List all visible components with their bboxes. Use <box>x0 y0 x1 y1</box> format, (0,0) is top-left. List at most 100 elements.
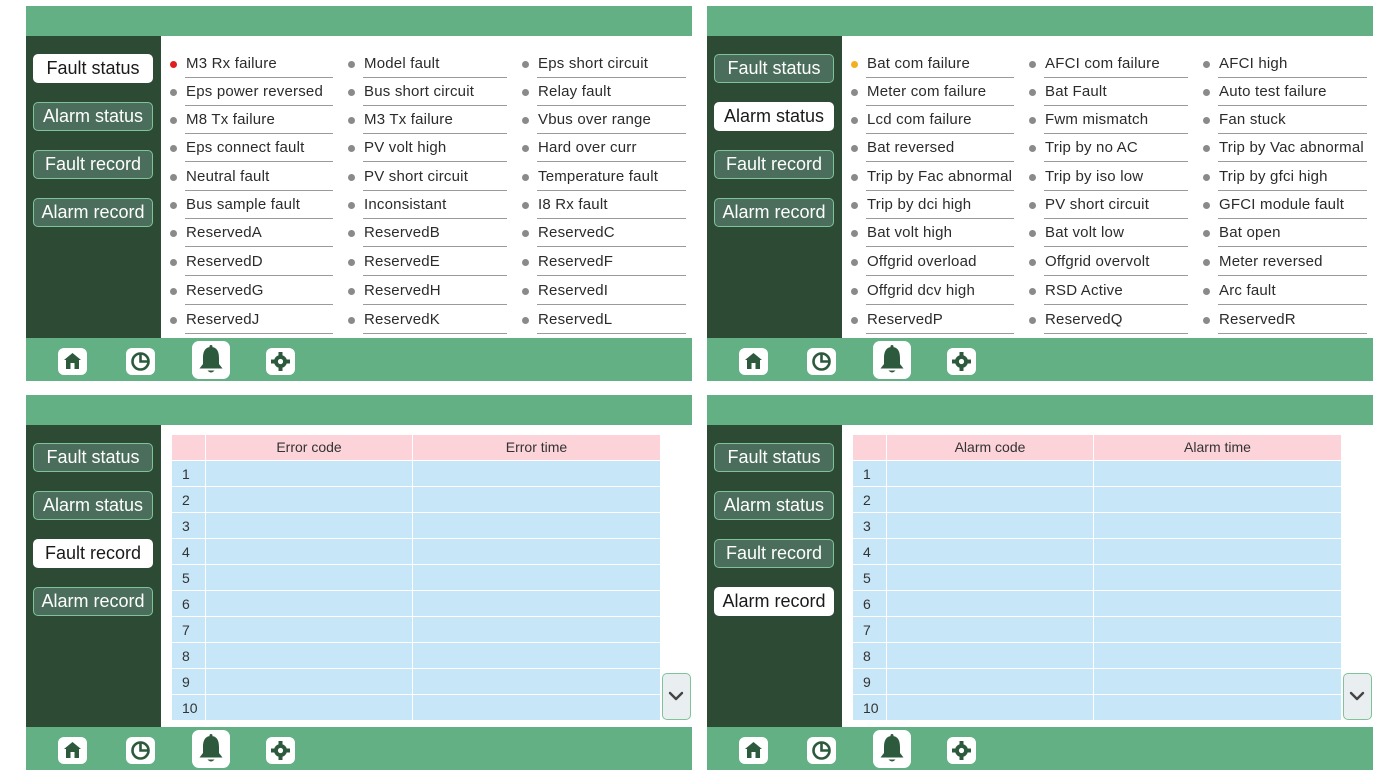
item-underline <box>1044 105 1188 106</box>
scroll-down-button[interactable] <box>1343 673 1372 720</box>
table-row[interactable]: 5 <box>853 564 1341 590</box>
alarm-record-tab[interactable]: Alarm record <box>33 587 153 616</box>
bell-icon[interactable] <box>872 729 912 769</box>
alarm-status-screen: Fault status Alarm status Fault record A… <box>707 6 1373 381</box>
table-row[interactable]: 3 <box>853 512 1341 538</box>
gear-icon[interactable] <box>265 347 296 376</box>
item-underline <box>185 77 333 78</box>
status-item-label: Arc fault <box>1219 282 1276 299</box>
gear-icon[interactable] <box>946 736 977 765</box>
table-row[interactable]: 9 <box>853 668 1341 694</box>
scroll-down-button[interactable] <box>662 673 691 720</box>
status-item-label: Lcd com failure <box>867 111 972 128</box>
table-row[interactable]: 10 <box>172 694 660 720</box>
time-cell <box>1094 591 1341 616</box>
table-row[interactable]: 4 <box>853 538 1341 564</box>
status-item-label: Offgrid dcv high <box>867 282 975 299</box>
bell-icon[interactable] <box>191 729 231 769</box>
status-item-label: ReservedD <box>186 253 263 270</box>
code-cell <box>887 565 1094 590</box>
fault-status-tab[interactable]: Fault status <box>714 443 834 472</box>
status-item-label: Eps short circuit <box>538 55 649 72</box>
pie-chart-icon[interactable] <box>125 347 156 376</box>
item-underline <box>866 275 1014 276</box>
item-underline <box>1044 161 1188 162</box>
pie-chart-icon[interactable] <box>806 347 837 376</box>
table-row[interactable]: 6 <box>172 590 660 616</box>
status-item-label: ReservedP <box>867 311 944 328</box>
table-row[interactable]: 7 <box>172 616 660 642</box>
table-row[interactable]: 9 <box>172 668 660 694</box>
row-number: 5 <box>172 565 206 590</box>
row-number: 8 <box>172 643 206 668</box>
status-item-label: ReservedG <box>186 282 264 299</box>
table-row[interactable]: 1 <box>853 460 1341 486</box>
table-row[interactable]: 2 <box>853 486 1341 512</box>
item-underline <box>1218 105 1367 106</box>
table-row[interactable]: 8 <box>172 642 660 668</box>
index-column-header <box>853 435 887 460</box>
status-list-item: ReservedF <box>513 250 692 278</box>
bullet-dot <box>851 259 858 266</box>
status-list-item: ReservedL <box>513 308 692 336</box>
bullet-dot <box>170 288 177 295</box>
table-row[interactable]: 1 <box>172 460 660 486</box>
status-list-item: M8 Tx failure <box>161 108 339 136</box>
status-list-item: Bus short circuit <box>339 80 513 108</box>
item-underline <box>1218 246 1367 247</box>
status-item-label: PV short circuit <box>364 168 469 185</box>
fault-record-tab[interactable]: Fault record <box>33 539 153 568</box>
active-indicator-dot <box>851 61 858 68</box>
status-item-label: ReservedB <box>364 224 441 241</box>
table-row[interactable]: 3 <box>172 512 660 538</box>
alarm-record-tab[interactable]: Alarm record <box>714 587 834 616</box>
status-list-item: Model fault <box>339 52 513 80</box>
pie-chart-icon[interactable] <box>806 736 837 765</box>
table-row[interactable]: 4 <box>172 538 660 564</box>
gear-icon[interactable] <box>265 736 296 765</box>
home-icon[interactable] <box>738 736 769 765</box>
time-cell <box>413 591 660 616</box>
alarm-status-tab[interactable]: Alarm status <box>33 491 153 520</box>
fault-status-tab[interactable]: Fault status <box>33 54 153 83</box>
fault-record-tab[interactable]: Fault record <box>33 150 153 179</box>
code-cell <box>206 643 413 668</box>
bullet-dot <box>1029 174 1036 181</box>
code-cell <box>887 669 1094 694</box>
fault-record-tab[interactable]: Fault record <box>714 150 834 179</box>
gear-icon[interactable] <box>946 347 977 376</box>
alarm-record-tab[interactable]: Alarm record <box>714 198 834 227</box>
fault-status-tab[interactable]: Fault status <box>714 54 834 83</box>
table-row[interactable]: 6 <box>853 590 1341 616</box>
sidebar: Fault status Alarm status Fault record A… <box>707 425 842 727</box>
code-cell <box>887 695 1094 720</box>
item-underline <box>1044 77 1188 78</box>
bullet-dot <box>170 202 177 209</box>
alarm-status-tab[interactable]: Alarm status <box>714 102 834 131</box>
status-item-label: Neutral fault <box>186 168 270 185</box>
table-row[interactable]: 10 <box>853 694 1341 720</box>
table-row[interactable]: 5 <box>172 564 660 590</box>
row-number: 4 <box>853 539 887 564</box>
bell-icon[interactable] <box>191 340 231 380</box>
table-row[interactable]: 8 <box>853 642 1341 668</box>
fault-record-tab[interactable]: Fault record <box>714 539 834 568</box>
bullet-dot <box>1203 288 1210 295</box>
alarm-record-tab[interactable]: Alarm record <box>33 198 153 227</box>
alarm-status-tab[interactable]: Alarm status <box>714 491 834 520</box>
code-cell <box>887 643 1094 668</box>
bell-icon[interactable] <box>872 340 912 380</box>
table-row[interactable]: 2 <box>172 486 660 512</box>
status-list-item: ReservedK <box>339 308 513 336</box>
pie-chart-icon[interactable] <box>125 736 156 765</box>
status-list-item: ReservedB <box>339 221 513 249</box>
alarm-status-tab[interactable]: Alarm status <box>33 102 153 131</box>
home-icon[interactable] <box>738 347 769 376</box>
home-icon[interactable] <box>57 736 88 765</box>
home-icon[interactable] <box>57 347 88 376</box>
status-list-item: ReservedD <box>161 250 339 278</box>
fault-status-tab[interactable]: Fault status <box>33 443 153 472</box>
table-row[interactable]: 7 <box>853 616 1341 642</box>
code-cell <box>206 695 413 720</box>
table-header: Error code Error time <box>172 435 660 460</box>
